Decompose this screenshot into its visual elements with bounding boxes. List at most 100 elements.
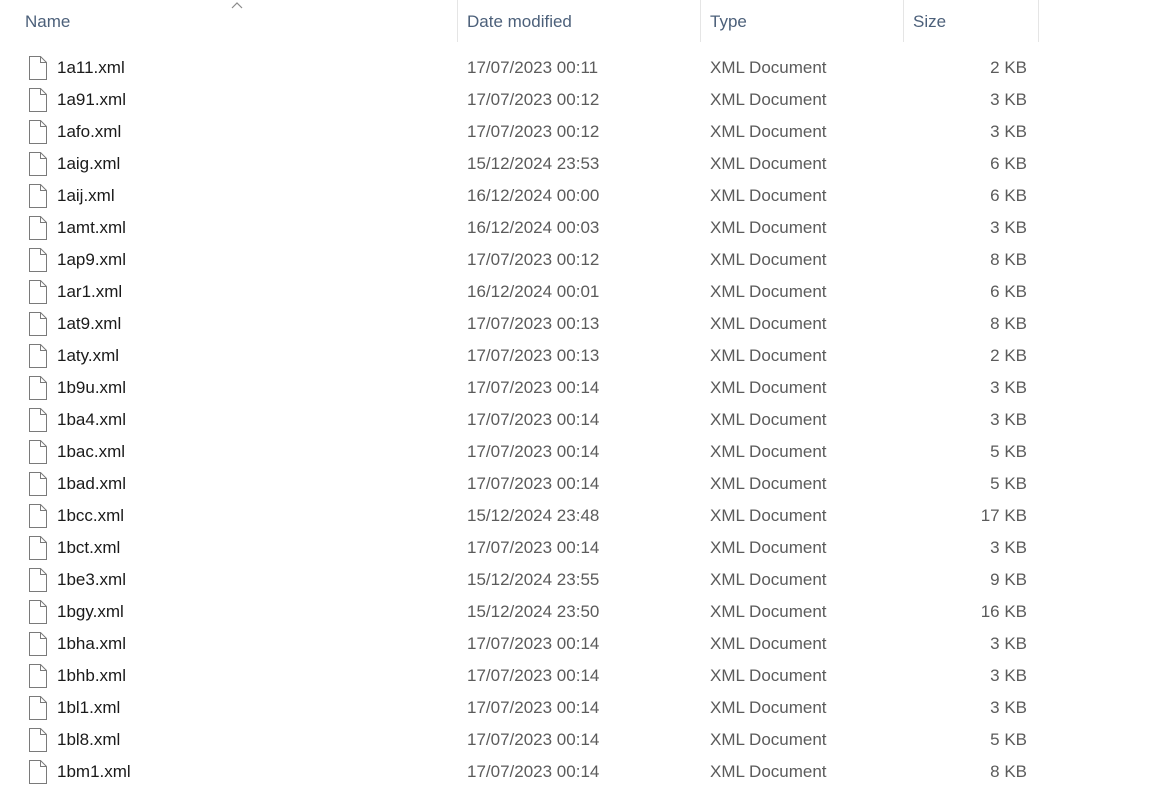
file-row[interactable]: 1ba4.xml 17/07/2023 00:14 XML Document 3 KB	[0, 404, 1040, 436]
file-date-modified: 15/12/2024 23:48	[467, 506, 600, 525]
file-type: XML Document	[710, 602, 827, 621]
file-date-modified: 17/07/2023 00:14	[467, 666, 600, 685]
file-row[interactable]: 1bad.xml 17/07/2023 00:14 XML Document 5 KB	[0, 468, 1040, 500]
file-type: XML Document	[710, 186, 827, 205]
file-row[interactable]: 1bgy.xml 15/12/2024 23:50 XML Document 16 K…	[0, 596, 1040, 628]
column-divider[interactable]	[457, 0, 458, 42]
file-size: 8 KB	[990, 314, 1027, 333]
file-row[interactable]: 1ap9.xml 17/07/2023 00:12 XML Document 8 KB	[0, 244, 1040, 276]
column-header-bar: Name Date modified Type Size	[0, 0, 1040, 42]
file-date-modified: 17/07/2023 00:14	[467, 410, 600, 429]
document-icon	[29, 152, 47, 176]
file-type: XML Document	[710, 538, 827, 557]
document-icon	[29, 184, 47, 208]
file-size: 3 KB	[990, 634, 1027, 653]
file-row[interactable]: 1bl8.xml 17/07/2023 00:14 XML Document 5 KB	[0, 724, 1040, 756]
column-header-size[interactable]: Size	[913, 0, 1037, 42]
file-type: XML Document	[710, 250, 827, 269]
file-rows: 1a11.xml 17/07/2023 00:11 XML Document 2 KB…	[0, 52, 1100, 788]
file-row[interactable]: 1bhb.xml 17/07/2023 00:14 XML Document 3 KB	[0, 660, 1040, 692]
file-row[interactable]: 1bm1.xml 17/07/2023 00:14 XML Document 8 KB	[0, 756, 1040, 788]
file-type: XML Document	[710, 570, 827, 589]
document-icon	[29, 440, 47, 464]
file-name: 1bgy.xml	[57, 602, 124, 621]
column-header-type[interactable]: Type	[710, 0, 900, 42]
file-size: 3 KB	[990, 218, 1027, 237]
file-name: 1bac.xml	[57, 442, 126, 461]
file-row[interactable]: 1a11.xml 17/07/2023 00:11 XML Document 2 KB	[0, 52, 1040, 84]
file-type: XML Document	[710, 698, 827, 717]
file-row[interactable]: 1a91.xml 17/07/2023 00:12 XML Document 3 KB	[0, 84, 1040, 116]
file-size: 5 KB	[990, 474, 1027, 493]
file-row[interactable]: 1amt.xml 16/12/2024 00:03 XML Document 3 KB	[0, 212, 1040, 244]
file-name: 1bm1.xml	[57, 762, 131, 781]
chevron-up-icon	[231, 2, 243, 9]
file-type: XML Document	[710, 442, 827, 461]
column-divider[interactable]	[903, 0, 904, 42]
file-row[interactable]: 1aij.xml 16/12/2024 00:00 XML Document 6 KB	[0, 180, 1040, 212]
column-divider[interactable]	[700, 0, 701, 42]
document-icon	[29, 696, 47, 720]
file-row[interactable]: 1bha.xml 17/07/2023 00:14 XML Document 3 KB	[0, 628, 1040, 660]
file-date-modified: 17/07/2023 00:14	[467, 538, 600, 557]
file-size: 16 KB	[980, 602, 1027, 621]
file-name: 1bhb.xml	[57, 666, 126, 685]
file-date-modified: 17/07/2023 00:14	[467, 442, 600, 461]
document-icon	[29, 280, 47, 304]
document-icon	[29, 248, 47, 272]
file-date-modified: 17/07/2023 00:14	[467, 634, 600, 653]
file-date-modified: 17/07/2023 00:13	[467, 346, 600, 365]
file-date-modified: 15/12/2024 23:53	[467, 154, 600, 173]
file-type: XML Document	[710, 346, 827, 365]
file-size: 3 KB	[990, 666, 1027, 685]
file-row[interactable]: 1aig.xml 15/12/2024 23:53 XML Document 6 KB	[0, 148, 1040, 180]
file-row[interactable]: 1bct.xml 17/07/2023 00:14 XML Document 3 KB	[0, 532, 1040, 564]
file-type: XML Document	[710, 410, 827, 429]
column-divider[interactable]	[1038, 0, 1039, 42]
document-icon	[29, 600, 47, 624]
document-icon	[29, 536, 47, 560]
file-row[interactable]: 1ar1.xml 16/12/2024 00:01 XML Document 6 KB	[0, 276, 1040, 308]
document-icon	[29, 344, 47, 368]
file-row[interactable]: 1afo.xml 17/07/2023 00:12 XML Document 3 KB	[0, 116, 1040, 148]
file-type: XML Document	[710, 282, 827, 301]
file-date-modified: 17/07/2023 00:14	[467, 474, 600, 493]
file-size: 6 KB	[990, 186, 1027, 205]
file-row[interactable]: 1at9.xml 17/07/2023 00:13 XML Document 8 KB	[0, 308, 1040, 340]
file-type: XML Document	[710, 314, 827, 333]
file-name: 1b9u.xml	[57, 378, 126, 397]
file-date-modified: 16/12/2024 00:00	[467, 186, 600, 205]
file-row[interactable]: 1bcc.xml 15/12/2024 23:48 XML Document 17 K…	[0, 500, 1040, 532]
file-row[interactable]: 1aty.xml 17/07/2023 00:13 XML Document 2 KB	[0, 340, 1040, 372]
file-row[interactable]: 1bac.xml 17/07/2023 00:14 XML Document 5 KB	[0, 436, 1040, 468]
document-icon	[29, 56, 47, 80]
file-size: 17 KB	[980, 506, 1027, 525]
file-date-modified: 17/07/2023 00:14	[467, 730, 600, 749]
document-icon	[29, 760, 47, 784]
file-date-modified: 15/12/2024 23:50	[467, 602, 600, 621]
file-size: 5 KB	[990, 730, 1027, 749]
file-row[interactable]: 1be3.xml 15/12/2024 23:55 XML Document 9 KB	[0, 564, 1040, 596]
file-name: 1a91.xml	[57, 90, 126, 109]
file-date-modified: 16/12/2024 00:03	[467, 218, 600, 237]
file-size: 2 KB	[990, 346, 1027, 365]
file-type: XML Document	[710, 762, 827, 781]
document-icon	[29, 376, 47, 400]
file-size: 8 KB	[990, 250, 1027, 269]
file-name: 1bcc.xml	[57, 506, 125, 525]
column-header-date-modified[interactable]: Date modified	[467, 0, 699, 42]
file-list-view: Name Date modified Type Size 1a11.xml 17/…	[0, 0, 1155, 789]
document-icon	[29, 88, 47, 112]
file-name: 1ba4.xml	[57, 410, 126, 429]
file-date-modified: 17/07/2023 00:14	[467, 762, 600, 781]
file-row[interactable]: 1bl1.xml 17/07/2023 00:14 XML Document 3 KB	[0, 692, 1040, 724]
file-row[interactable]: 1b9u.xml 17/07/2023 00:14 XML Document 3 KB	[0, 372, 1040, 404]
file-name: 1ap9.xml	[57, 250, 126, 269]
file-name: 1ar1.xml	[57, 282, 123, 301]
file-size: 6 KB	[990, 282, 1027, 301]
file-type: XML Document	[710, 58, 827, 77]
file-name: 1be3.xml	[57, 570, 126, 589]
document-icon	[29, 408, 47, 432]
file-size: 5 KB	[990, 442, 1027, 461]
file-date-modified: 16/12/2024 00:01	[467, 282, 600, 301]
